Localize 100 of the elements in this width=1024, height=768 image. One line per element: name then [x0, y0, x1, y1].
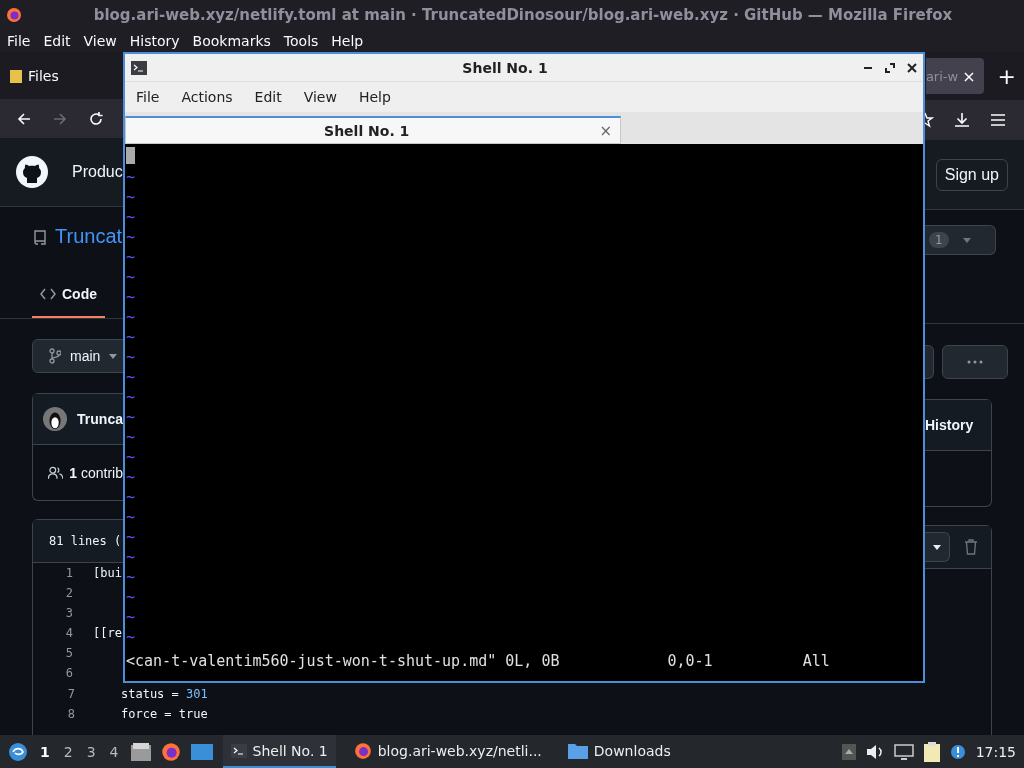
empty-line-marker: ~ — [126, 287, 135, 307]
line-number: 6 — [64, 666, 73, 680]
menu-item[interactable]: File — [125, 89, 171, 105]
line-number: 2 — [64, 586, 73, 600]
text-cursor — [126, 147, 135, 164]
file-manager-icon[interactable] — [130, 742, 151, 761]
firefox-icon — [353, 741, 372, 760]
empty-line-marker: ~ — [126, 467, 135, 487]
workspace-button[interactable]: 2 — [61, 743, 75, 760]
terminal-icon — [230, 743, 247, 758]
dropdown-button[interactable] — [925, 532, 950, 562]
close-tab-button[interactable]: × — [599, 121, 612, 140]
empty-line-marker: ~ — [126, 227, 135, 247]
empty-line-marker: ~ — [126, 427, 135, 447]
code-tab[interactable]: Code — [32, 286, 105, 319]
caret-icon — [109, 353, 118, 359]
github-logo-icon[interactable] — [16, 156, 48, 189]
repo-icon — [33, 228, 47, 245]
bookmark-item[interactable]: Files — [10, 67, 59, 84]
line-number: 4 — [64, 626, 73, 640]
menu-item[interactable]: History — [129, 33, 180, 49]
empty-line-marker: ~ — [126, 167, 135, 187]
clock: 17:15 — [975, 743, 1016, 760]
folder-icon — [567, 742, 588, 759]
repo-link[interactable]: Truncat — [55, 225, 123, 249]
nav-link[interactable]: Produc — [72, 163, 123, 182]
start-menu-icon[interactable] — [8, 741, 28, 762]
line-number: 5 — [64, 646, 73, 660]
firefox-icon[interactable] — [160, 741, 181, 762]
network-icon[interactable] — [893, 743, 914, 760]
empty-line-marker: ~ — [126, 207, 135, 227]
empty-line-marker: ~ — [126, 527, 135, 547]
clipboard-icon[interactable] — [923, 741, 940, 762]
code-line: status = 301 — [121, 687, 208, 701]
window-title: Shell No. 1 — [461, 59, 549, 76]
empty-line-marker: ~ — [126, 387, 135, 407]
branch-button[interactable]: main — [32, 339, 123, 374]
menu-item[interactable]: Help — [331, 33, 364, 49]
empty-line-marker: ~ — [126, 267, 135, 287]
taskbar-task[interactable]: blog.ari-web.xyz/netli... — [345, 735, 550, 768]
menu-item[interactable]: View — [292, 89, 348, 105]
terminal-tab[interactable]: Shell No. 1 × — [125, 116, 621, 144]
menu-item[interactable]: File — [7, 33, 31, 49]
trash-icon[interactable] — [964, 539, 978, 555]
line-number: 3 — [64, 606, 73, 620]
taskbar-task[interactable]: Downloads — [559, 735, 679, 768]
menu-item[interactable]: Actions — [170, 89, 244, 105]
taskbar-task[interactable]: Shell No. 1 — [222, 735, 336, 768]
close-tab-button[interactable]: × — [962, 66, 976, 86]
desktop-icon[interactable] — [190, 743, 213, 760]
count-badge: 1 — [929, 232, 949, 248]
commit-author[interactable]: Trunca — [77, 411, 123, 427]
workspace-button[interactable]: 1 — [38, 743, 52, 760]
window-title: blog.ari-web.xyz/netlify.toml at main · TruncatedDinosour/blog.ari-web.xyz · GitHub — Mozilla Firefox — [92, 6, 954, 24]
workspace-button[interactable]: 4 — [107, 743, 121, 760]
status-message: <can-t-valentim560-just-won-t-shut-up.md" 0L, 0B — [126, 652, 560, 670]
line-number: 1 — [64, 566, 73, 580]
caret-icon — [933, 544, 941, 550]
empty-line-marker: ~ — [126, 307, 135, 327]
menu-item[interactable]: Tools — [283, 33, 319, 49]
code-icon — [40, 288, 56, 301]
empty-line-marker: ~ — [126, 247, 135, 267]
download-icon[interactable] — [954, 112, 970, 128]
empty-line-marker: ~ — [126, 187, 135, 207]
more-icon — [967, 359, 983, 364]
menu-item[interactable]: Edit — [243, 89, 293, 105]
people-icon — [48, 465, 64, 480]
code-line: [[re — [93, 626, 122, 640]
empty-line-marker: ~ — [126, 627, 135, 647]
code-line: force = true — [121, 707, 208, 721]
browser-tab[interactable]: ari-w × — [925, 58, 984, 94]
new-tab-button[interactable]: + — [997, 63, 1016, 89]
menu-item[interactable]: Help — [347, 89, 402, 105]
empty-line-marker: ~ — [126, 607, 135, 627]
maximize-icon[interactable] — [885, 62, 895, 73]
menu-item[interactable]: View — [83, 33, 117, 49]
empty-line-marker: ~ — [126, 347, 135, 367]
menu-item[interactable]: Edit — [43, 33, 71, 49]
reload-icon[interactable] — [88, 110, 104, 127]
back-icon[interactable] — [16, 110, 32, 127]
line-number: 7 — [66, 687, 75, 701]
cursor-position: 0,0-1 — [667, 652, 713, 670]
empty-line-marker: ~ — [126, 507, 135, 527]
code-line: [bui — [93, 566, 122, 580]
workspace-button[interactable]: 3 — [84, 743, 98, 760]
volume-icon[interactable] — [865, 743, 884, 760]
file-info: 81 lines ( — [49, 534, 122, 548]
empty-line-marker: ~ — [126, 367, 135, 387]
contributors-count[interactable]: 1 contrib — [69, 464, 123, 481]
folder-icon — [10, 68, 22, 83]
menu-icon[interactable] — [990, 113, 1006, 127]
close-icon[interactable] — [907, 62, 917, 73]
terminal-icon — [131, 60, 147, 75]
empty-line-marker: ~ — [126, 487, 135, 507]
empty-line-marker: ~ — [126, 567, 135, 587]
menu-item[interactable]: Bookmarks — [192, 33, 271, 49]
sign-up-button[interactable]: Sign up — [935, 158, 1008, 191]
notification-icon[interactable] — [949, 743, 966, 760]
line-number: 8 — [66, 707, 75, 721]
avatar-icon — [43, 406, 68, 432]
